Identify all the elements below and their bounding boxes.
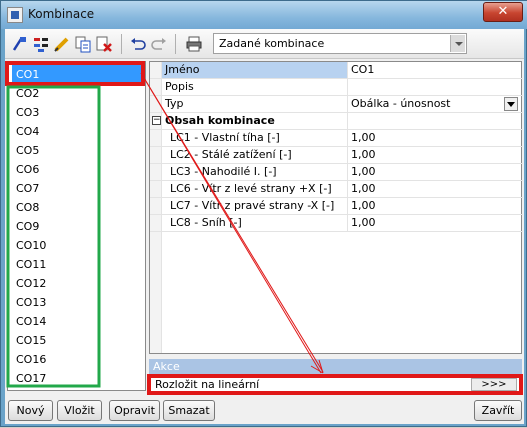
load-case-row: LC7 - Vítr z pravé strany -X [-] 1,00 <box>150 198 523 215</box>
list-item[interactable]: CO6 <box>12 160 142 179</box>
list-item[interactable]: CO14 <box>12 312 142 331</box>
load-case-label: LC2 - Stálé zatížení [-] <box>167 147 348 163</box>
load-case-row: LC8 - Sníh [-] 1,00 <box>150 215 523 232</box>
list-item[interactable]: CO13 <box>12 293 142 312</box>
toolbar-separator <box>175 34 176 54</box>
load-case-row: LC2 - Stálé zatížení [-] 1,00 <box>150 147 523 164</box>
new-button[interactable]: Nový <box>8 400 53 421</box>
list-item[interactable]: CO16 <box>12 350 142 369</box>
load-case-label: LC3 - Nahodilé I. [-] <box>167 164 348 180</box>
load-case-factor[interactable]: 1,00 <box>348 130 522 146</box>
combination-list[interactable]: CO1 CO2 CO3 CO4 CO5 CO6 CO7 CO8 CO9 CO10 CO11 CO12 C… <box>7 61 146 391</box>
list-item[interactable]: CO3 <box>12 103 142 122</box>
property-group-header: − Obsah kombinace <box>150 113 523 130</box>
collapse-icon[interactable]: − <box>152 116 161 125</box>
load-case-label: LC7 - Vítr z pravé strany -X [-] <box>167 198 348 214</box>
load-case-row: LC3 - Nahodilé I. [-] 1,00 <box>150 164 523 181</box>
list-item[interactable]: CO15 <box>12 331 142 350</box>
property-key: Jméno <box>162 62 348 78</box>
action-run-button[interactable]: >>> <box>471 378 517 391</box>
list-item[interactable]: CO12 <box>12 274 142 293</box>
list-item[interactable]: CO4 <box>12 122 142 141</box>
list-item[interactable]: CO1 <box>12 65 142 84</box>
edit-icon[interactable] <box>53 35 71 53</box>
load-case-factor[interactable]: 1,00 <box>348 164 522 180</box>
toolbar-separator <box>121 34 122 54</box>
redo-icon[interactable] <box>150 35 168 53</box>
list-item[interactable]: CO8 <box>12 198 142 217</box>
group-label: Obsah kombinace <box>162 113 348 129</box>
load-case-row: LC1 - Vlastní tíha [-] 1,00 <box>150 130 523 147</box>
close-button[interactable]: Zavřít <box>474 400 522 421</box>
insert-button[interactable]: Vložit <box>57 400 102 421</box>
property-row-description: Popis <box>150 79 523 96</box>
window: Kombinace ✕ Zadané kombinace CO1 CO2 CO3 CO… <box>0 0 527 427</box>
list-item[interactable]: CO2 <box>12 84 142 103</box>
description-field[interactable] <box>348 79 522 95</box>
copy-icon[interactable] <box>74 35 92 53</box>
type-select[interactable]: Obálka - únosnost <box>348 96 522 112</box>
action-label: Rozložit na lineární <box>155 378 260 391</box>
combination-type-value: Zadané kombinace <box>219 37 325 50</box>
property-key: Typ <box>162 96 348 112</box>
load-case-label: LC6 - Vítr z levé strany +X [-] <box>167 181 348 197</box>
list-item[interactable]: CO9 <box>12 217 142 236</box>
actions-header: Akce <box>149 359 522 375</box>
load-case-row: LC6 - Vítr z levé strany +X [-] 1,00 <box>150 181 523 198</box>
title-bar: Kombinace ✕ <box>1 1 527 29</box>
chevron-down-icon[interactable] <box>504 97 518 111</box>
edit-button[interactable]: Opravit <box>109 400 160 421</box>
list-item[interactable]: CO5 <box>12 141 142 160</box>
list-item[interactable]: CO17 <box>12 369 142 388</box>
undo-icon[interactable] <box>129 35 147 53</box>
load-case-label: LC1 - Vlastní tíha [-] <box>167 130 348 146</box>
property-row-type: Typ Obálka - únosnost <box>150 96 523 113</box>
delete-button[interactable]: Smazat <box>163 400 215 421</box>
property-grid: Jméno CO1 Popis Typ Obálka - únosnost − … <box>149 61 523 354</box>
type-select-value: Obálka - únosnost <box>351 97 451 110</box>
combination-type-select[interactable]: Zadané kombinace <box>213 33 467 54</box>
load-case-factor[interactable]: 1,00 <box>348 198 522 214</box>
list-item[interactable]: CO11 <box>12 255 142 274</box>
toolbar: Zadané kombinace <box>5 29 524 59</box>
list-item[interactable]: CO7 <box>12 179 142 198</box>
property-row-name: Jméno CO1 <box>150 62 523 79</box>
app-icon <box>7 7 23 23</box>
print-icon[interactable] <box>185 35 203 53</box>
action-row[interactable]: Rozložit na lineární >>> <box>151 377 520 392</box>
list-item[interactable]: CO10 <box>12 236 142 255</box>
property-key: Popis <box>162 79 348 95</box>
name-field[interactable]: CO1 <box>348 62 522 78</box>
dialog-client: Zadané kombinace CO1 CO2 CO3 CO4 CO5 CO6 CO7 CO… <box>5 29 524 424</box>
group-value <box>348 113 522 129</box>
close-window-button[interactable]: ✕ <box>483 2 523 22</box>
properties-icon[interactable] <box>11 35 29 53</box>
window-title: Kombinace <box>28 7 95 21</box>
load-case-factor[interactable]: 1,00 <box>348 147 522 163</box>
load-case-label: LC8 - Sníh [-] <box>167 215 348 231</box>
load-case-factor[interactable]: 1,00 <box>348 181 522 197</box>
load-case-factor[interactable]: 1,00 <box>348 215 522 231</box>
delete-icon[interactable] <box>95 35 113 53</box>
select-icon[interactable] <box>32 35 50 53</box>
chevron-down-icon[interactable] <box>450 35 465 52</box>
